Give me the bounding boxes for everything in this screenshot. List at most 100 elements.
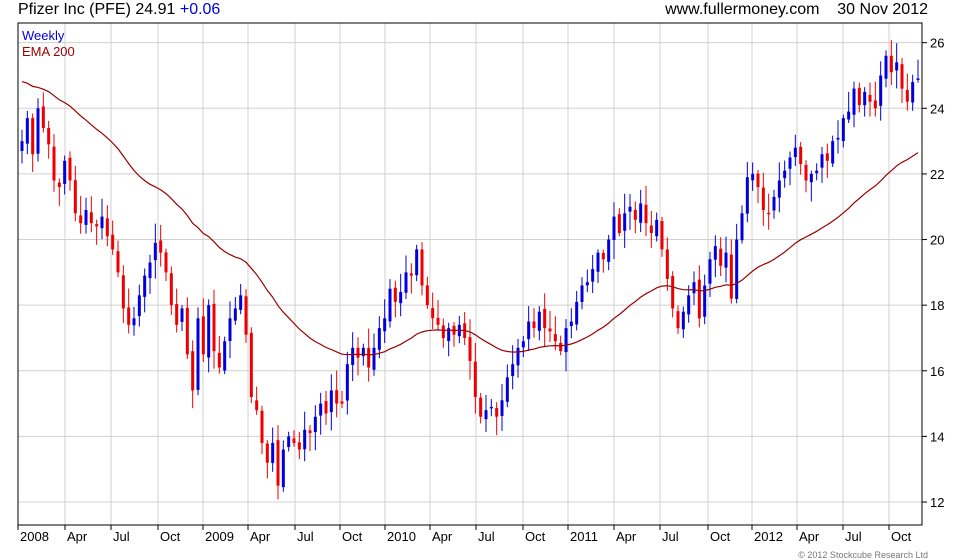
candle-body [596,252,600,272]
candle-body [799,146,803,165]
candle-body [468,337,472,361]
candle-body [303,429,307,450]
candle-body [559,342,563,352]
candle-body [383,318,387,332]
candle-body [708,259,712,284]
candle-body [649,225,653,233]
candle-body [388,288,392,322]
candle-body [804,164,808,181]
candle-body [676,311,680,329]
candle-body [207,305,211,358]
candle-body [233,308,237,321]
candle-body [249,332,253,398]
x-tick-label: 2008 [20,529,49,544]
candle-body [729,254,733,299]
candle-body [345,364,349,401]
candle-body [580,285,584,303]
candle-body [57,182,61,188]
candle-body [217,352,221,368]
candle-body [84,210,88,225]
candle-body [132,318,136,326]
x-tick-label: Apr [799,529,820,544]
candle-body [409,273,413,276]
candle-body [484,410,488,420]
candle-body [196,318,200,390]
x-tick-label: Jul [297,529,314,544]
y-tick-label: 14 [930,429,944,444]
candle-body [713,246,717,260]
candle-body [351,347,355,365]
candle-body [431,308,435,319]
candle-body [687,295,691,315]
candle-body [260,410,264,443]
candle-body [36,108,40,154]
candle-body [180,308,184,322]
x-tick-label: Oct [710,529,731,544]
candle-body [20,141,24,151]
candle-body [884,55,888,79]
x-tick-label: 2010 [387,529,416,544]
candle-body [420,249,424,286]
candle-body [916,78,920,80]
candle-body [548,328,552,332]
y-tick-label: 20 [930,233,944,248]
candle-body [788,157,792,169]
candle-body [660,221,664,250]
candle-body [639,203,643,223]
candle-body [105,218,109,237]
candle-body [377,328,381,350]
plot-area [18,23,922,525]
candle-body [815,170,819,174]
candle-body [116,251,120,273]
candle-body [543,308,547,329]
candle-body [863,91,867,106]
candle-body [847,111,851,120]
candle-body [820,154,824,168]
x-tick-label: 2009 [205,529,234,544]
candle-body [276,440,280,486]
candle-body [745,177,749,214]
price-chart: 2008 Apr Jul Oct 2009 Apr Jul Oct 2010 Apr Jul Oct 2… [17,22,944,544]
candle-body [137,295,141,317]
candle-body [25,118,29,144]
candle-body [601,252,605,260]
candle-body [265,443,269,463]
candle-body [740,213,744,241]
candle-body [95,224,99,227]
candle-body [767,212,771,215]
candle-body [489,406,493,409]
candle-body [831,141,835,164]
candle-body [212,303,216,352]
candle-body [159,240,163,253]
candle-body [633,209,637,220]
candle-body [100,216,104,229]
candle-body [335,390,339,404]
candle-body [479,397,483,417]
candle-body [836,137,840,140]
candle-body [308,430,312,434]
candle-body [772,196,776,211]
candle-body [324,401,328,414]
copyright-notice: © 2012 Stockcube Research Ltd [798,550,928,560]
candle-body [319,403,323,416]
candle-body [143,275,147,297]
x-tick-label: Oct [342,529,363,544]
candle-body [671,276,675,309]
candle-body [255,400,259,411]
y-tick-label: 18 [930,298,944,313]
candle-body [271,442,275,463]
candle-body [793,147,797,158]
candle-body [31,118,35,155]
candle-body [372,347,376,370]
candle-body [79,215,83,224]
x-tick-label: Jul [662,529,679,544]
x-tick-label: Apr [432,529,453,544]
candle-body [175,303,179,325]
candle-body [121,275,125,309]
legend-ema: EMA 200 [22,44,75,59]
y-tick-label: 12 [930,495,944,510]
candle-body [500,400,504,416]
candle-body [127,307,131,325]
candle-body [415,249,419,276]
candle-body [516,347,520,366]
